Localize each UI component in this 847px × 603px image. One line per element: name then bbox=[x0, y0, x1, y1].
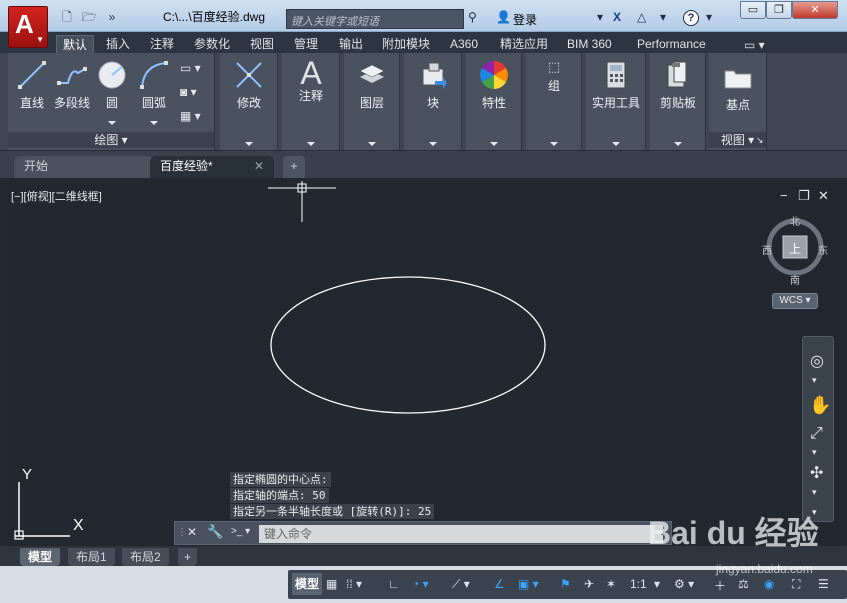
pan-hand-icon[interactable]: ✋ bbox=[809, 395, 831, 416]
steering-wheel-icon[interactable]: ◎ bbox=[810, 351, 824, 371]
chevron-down-icon[interactable]: ▾ bbox=[812, 375, 817, 386]
chevron-down-icon[interactable]: ▾ bbox=[812, 447, 817, 458]
autocad-logo-icon: A bbox=[15, 9, 34, 39]
navigation-bar: ◎ ▾ ✋ ⤢ ▾ ✣ ▾ ▾ bbox=[802, 336, 834, 522]
chevron-down-icon[interactable]: ▾ bbox=[654, 577, 660, 591]
command-prompt-icon[interactable]: >_ ▾ bbox=[231, 526, 250, 537]
crosshair-cursor bbox=[268, 181, 336, 222]
ortho-icon[interactable]: ∟ bbox=[388, 577, 400, 591]
ucs-x-label: X bbox=[73, 517, 84, 534]
chevron-down-icon[interactable]: ▾ bbox=[812, 487, 817, 498]
snap-icon[interactable]: ⁞⁞ ▾ bbox=[346, 577, 362, 591]
clean-screen-icon[interactable]: ⛶ bbox=[792, 577, 800, 592]
tab-model[interactable]: 模型 bbox=[20, 548, 61, 566]
hardware-acceleration-icon[interactable]: ◉ bbox=[764, 577, 774, 591]
object-snap-icon[interactable]: ▣ ▾ bbox=[518, 577, 539, 591]
orbit-icon[interactable]: ✣ bbox=[810, 463, 823, 483]
workspace-gear-icon[interactable]: ⚙ ▾ bbox=[674, 577, 694, 591]
polar-tracking-icon[interactable]: ◔ ▾ bbox=[412, 577, 429, 591]
command-input[interactable]: 键入命令 bbox=[259, 525, 663, 543]
model-space-button[interactable]: 模型 bbox=[292, 573, 322, 595]
viewcube-south[interactable]: 南 bbox=[790, 272, 800, 287]
viewcube-east[interactable]: 东 bbox=[818, 242, 828, 257]
isometric-icon[interactable]: ⟋ ▾ bbox=[452, 577, 470, 592]
auto-scale-icon[interactable]: ✈ bbox=[584, 577, 594, 591]
command-line-bar: ⋮ ✕ 🔧 >_ ▾ 键入命令 ▴ bbox=[174, 521, 672, 545]
ucs-icon bbox=[14, 482, 70, 540]
ucs-y-label: Y bbox=[22, 466, 33, 483]
add-layout-button[interactable]: + bbox=[178, 548, 198, 566]
ellipse-entity bbox=[270, 276, 546, 414]
annotation-scale-value[interactable]: 1:1 bbox=[630, 577, 647, 591]
plus-icon[interactable]: ＋ bbox=[714, 577, 726, 594]
application-menu-button[interactable]: A ▼ bbox=[8, 6, 48, 48]
baidu-watermark-logo: Bai du 经验 bbox=[648, 515, 819, 551]
chevron-down-icon: ▼ bbox=[36, 35, 44, 44]
viewcube-top-face[interactable]: 上 bbox=[789, 240, 801, 257]
customize-menu-icon[interactable]: ☰ bbox=[818, 577, 829, 591]
viewcube-north[interactable]: 北 bbox=[790, 213, 800, 228]
command-history-line: 指定椭圆的中心点: bbox=[230, 472, 331, 487]
annotation-scale-icon[interactable]: ✶ bbox=[606, 577, 616, 591]
wrench-icon[interactable]: 🔧 bbox=[207, 524, 223, 540]
annotation-visibility-icon[interactable]: ⚑ bbox=[560, 577, 571, 591]
baidu-watermark-url: jingyan.baidu.com bbox=[716, 562, 813, 576]
isolate-objects-icon[interactable]: ⚖ bbox=[738, 577, 749, 591]
object-snap-tracking-icon[interactable]: ∠ bbox=[494, 577, 505, 591]
command-history-line: 指定另一条半轴长度或 [旋转(R)]: 25 bbox=[230, 504, 435, 519]
zoom-extents-icon[interactable]: ⤢ bbox=[810, 425, 823, 443]
viewcube-west[interactable]: 西 bbox=[762, 242, 772, 257]
grid-icon[interactable]: ▦ bbox=[326, 577, 337, 591]
grip-handle[interactable]: ⋮ bbox=[177, 522, 187, 544]
tab-layout1[interactable]: 布局1 bbox=[68, 548, 115, 566]
wcs-menu[interactable]: WCS ▾ bbox=[772, 293, 818, 309]
close-command-line-icon[interactable]: ✕ bbox=[187, 525, 197, 539]
command-history-line: 指定轴的端点: 50 bbox=[230, 488, 329, 503]
tab-layout2[interactable]: 布局2 bbox=[122, 548, 169, 566]
